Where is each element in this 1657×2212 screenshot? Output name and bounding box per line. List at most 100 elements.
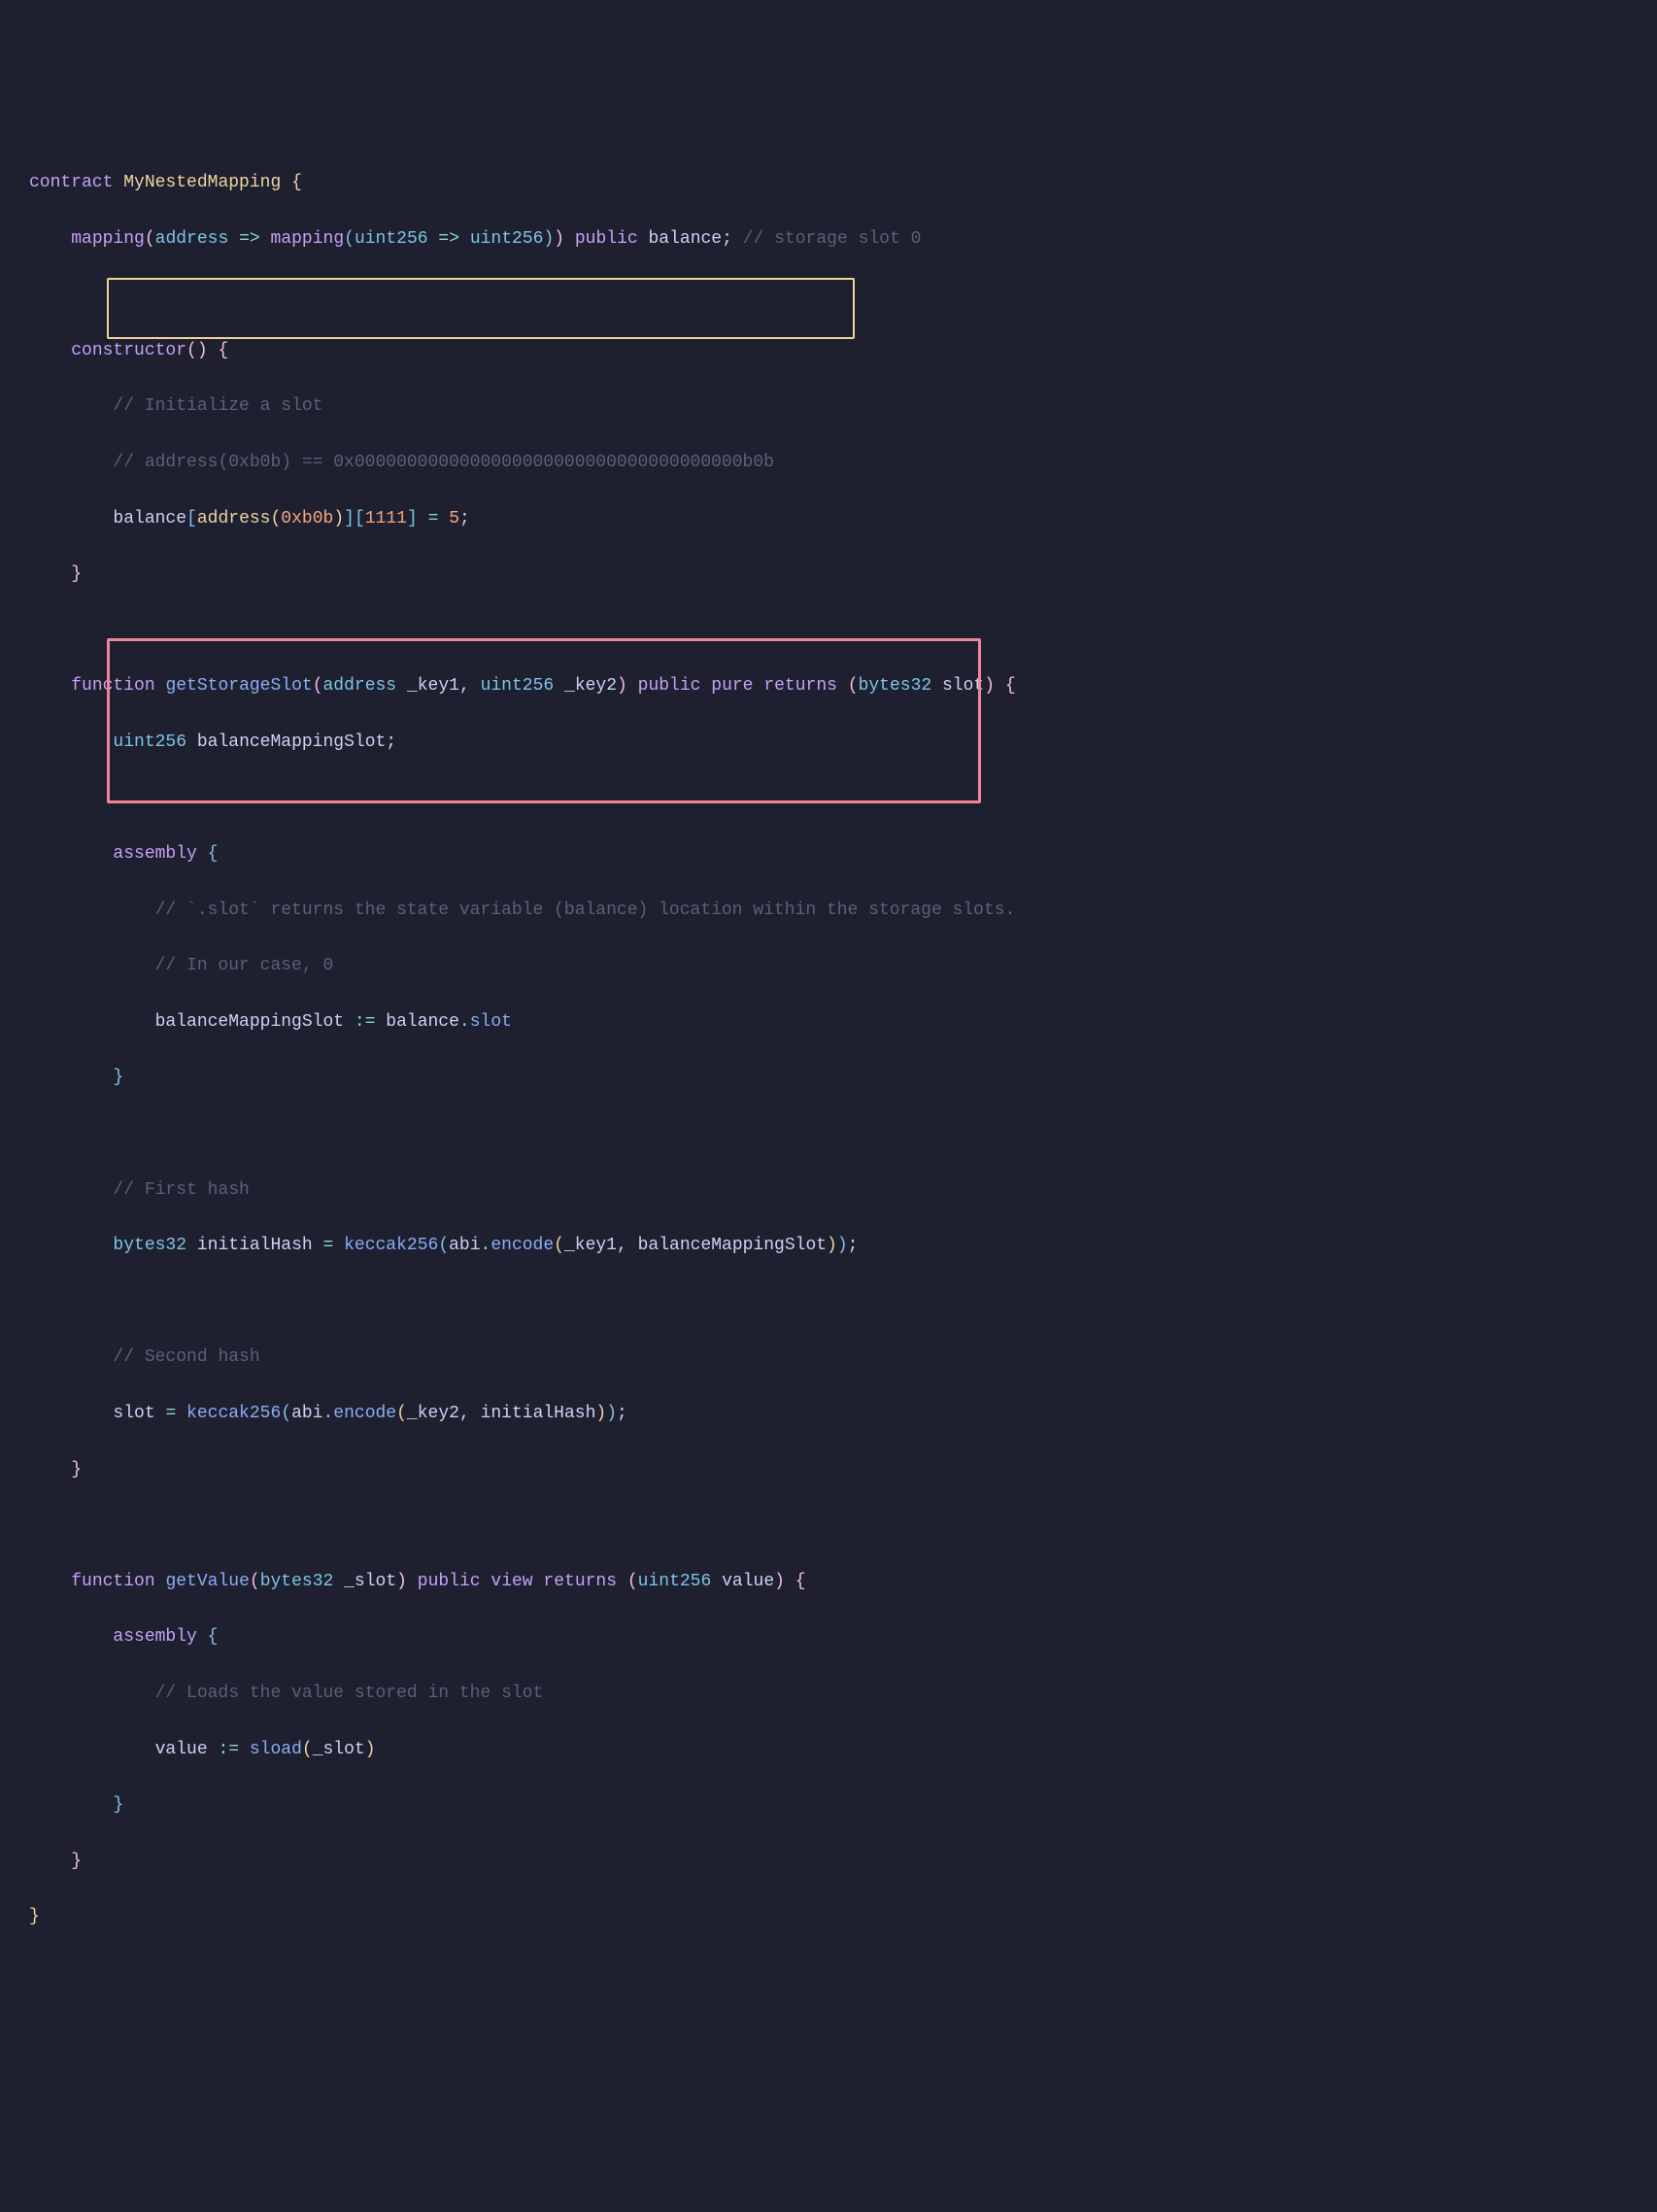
bracket: ]	[407, 509, 418, 528]
function-name: getValue	[165, 1572, 249, 1591]
code-line: contract MyNestedMapping {	[29, 169, 1628, 197]
bracket: [	[355, 509, 365, 528]
argument: _slot	[313, 1740, 365, 1759]
keyword-pure: pure	[711, 676, 753, 696]
contract-name: MyNestedMapping	[123, 173, 281, 192]
parens: ()	[186, 341, 208, 360]
paren: )	[827, 1236, 837, 1255]
code-line: }	[29, 561, 1628, 589]
brace: }	[71, 564, 82, 584]
parameter: _slot	[344, 1572, 396, 1591]
type-bytes32: bytes32	[113, 1236, 186, 1255]
type-uint: uint256	[470, 229, 544, 249]
function-call: encode	[490, 1236, 554, 1255]
comment: // storage slot 0	[743, 229, 922, 249]
number-literal: 5	[449, 509, 459, 528]
operator: =	[155, 1404, 186, 1423]
comment: // Loads the value stored in the slot	[155, 1684, 544, 1703]
keyword-function: function	[71, 676, 154, 696]
keyword-mapping: mapping	[271, 229, 345, 249]
parameter: slot	[942, 676, 984, 696]
code-line: uint256 balanceMappingSlot;	[29, 729, 1628, 757]
comma: ,	[617, 1236, 627, 1255]
paren: (	[627, 1572, 638, 1591]
type-address: address	[155, 229, 229, 249]
code-line: }	[29, 1848, 1628, 1876]
code-line: assembly {	[29, 1623, 1628, 1651]
semicolon: ;	[459, 509, 470, 528]
code-line: constructor() {	[29, 337, 1628, 365]
identifier: balanceMappingSlot	[197, 732, 386, 752]
code-line: }	[29, 1791, 1628, 1820]
function-name: getStorageSlot	[165, 676, 312, 696]
type-bytes32: bytes32	[260, 1572, 334, 1591]
identifier: balance	[649, 229, 723, 249]
code-line: value := sload(_slot)	[29, 1736, 1628, 1764]
function-call: keccak256	[344, 1236, 438, 1255]
code-line-blank	[29, 1288, 1628, 1316]
comment: // First hash	[113, 1180, 249, 1200]
function-call: sload	[250, 1740, 302, 1759]
code-line: }	[29, 1903, 1628, 1931]
keyword-contract: contract	[29, 173, 113, 192]
keyword-assembly: assembly	[113, 1627, 196, 1647]
paren: (	[313, 676, 323, 696]
code-line: bytes32 initialHash = keccak256(abi.enco…	[29, 1232, 1628, 1260]
number-literal: 1111	[365, 509, 407, 528]
parameter: value	[722, 1572, 774, 1591]
code-line: // address(0xb0b) == 0x00000000000000000…	[29, 449, 1628, 477]
paren: (	[281, 1404, 291, 1423]
comma: ,	[459, 676, 470, 696]
paren: )	[554, 229, 564, 249]
keyword-public: public	[418, 1572, 481, 1591]
paren: (	[396, 1404, 407, 1423]
identifier: balance	[113, 509, 186, 528]
brace: }	[113, 1068, 123, 1087]
identifier: balance	[386, 1012, 459, 1032]
code-line: slot = keccak256(abi.encode(_key2, initi…	[29, 1400, 1628, 1428]
brace: }	[71, 1852, 82, 1871]
code-line: }	[29, 1456, 1628, 1484]
keyword-assembly: assembly	[113, 844, 196, 864]
keyword-returns: returns	[543, 1572, 617, 1591]
operator: =	[418, 509, 449, 528]
paren: (	[270, 509, 281, 528]
code-line: function getValue(bytes32 _slot) public …	[29, 1568, 1628, 1596]
brace: {	[291, 173, 302, 192]
type-address: address	[323, 676, 397, 696]
code-line-blank	[29, 617, 1628, 645]
argument: _key2	[407, 1404, 459, 1423]
keyword-constructor: constructor	[71, 341, 186, 360]
brace: {	[218, 341, 228, 360]
code-line: balanceMappingSlot := balance.slot	[29, 1008, 1628, 1037]
paren: (	[554, 1236, 564, 1255]
identifier: balanceMappingSlot	[155, 1012, 344, 1032]
highlight-box-red	[107, 638, 981, 803]
type-uint: uint256	[113, 732, 186, 752]
code-editor[interactable]: contract MyNestedMapping { mapping(addre…	[29, 141, 1628, 2043]
argument: balanceMappingSlot	[638, 1236, 827, 1255]
semicolon: ;	[848, 1236, 859, 1255]
bracket: [	[186, 509, 197, 528]
property: slot	[470, 1012, 512, 1032]
paren: )	[333, 509, 344, 528]
identifier: initialHash	[197, 1236, 313, 1255]
comment: // Second hash	[113, 1347, 259, 1367]
paren: (	[344, 229, 355, 249]
comment: // Initialize a slot	[113, 396, 322, 416]
paren: )	[365, 1740, 376, 1759]
brace: {	[208, 1627, 219, 1647]
code-line: }	[29, 1064, 1628, 1092]
code-line-blank	[29, 785, 1628, 813]
code-line: assembly {	[29, 840, 1628, 868]
type-uint: uint256	[638, 1572, 712, 1591]
dot: .	[322, 1404, 333, 1423]
semicolon: ;	[722, 229, 732, 249]
keyword-view: view	[490, 1572, 532, 1591]
comment: // address(0xb0b) == 0x00000000000000000…	[113, 453, 774, 472]
paren: )	[595, 1404, 606, 1423]
argument: initialHash	[481, 1404, 596, 1423]
argument: _key1	[564, 1236, 617, 1255]
comment: // In our case, 0	[155, 956, 334, 975]
code-line-blank	[29, 281, 1628, 309]
